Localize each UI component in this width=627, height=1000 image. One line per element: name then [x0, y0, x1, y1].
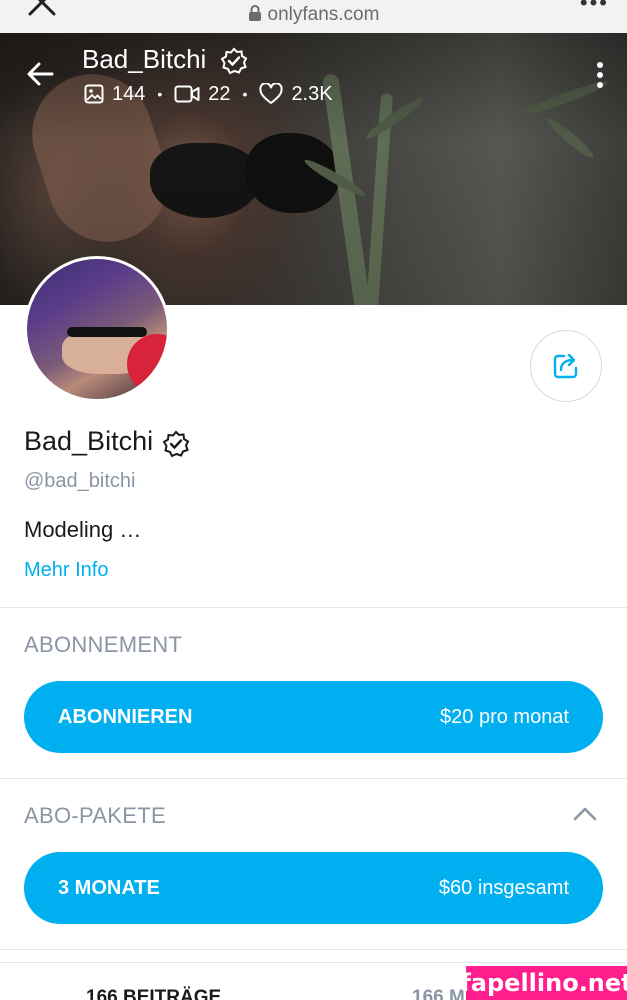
tab-media[interactable]: 166 M [412, 987, 465, 1000]
videos-stat: 22 [174, 82, 231, 106]
browser-menu-icon[interactable]: ••• [580, 0, 609, 16]
likes-count: 2.3K [291, 82, 333, 105]
header-username: Bad_Bitchi [82, 44, 207, 74]
photos-count: 144 [112, 82, 146, 105]
header-stats: 144 • 22 • 2.3K [84, 80, 333, 108]
divider [0, 778, 627, 779]
more-info-link[interactable]: Mehr Info [24, 559, 108, 582]
verified-icon [162, 430, 190, 458]
image-icon [84, 84, 104, 104]
stat-separator: • [242, 86, 248, 102]
likes-stat: 2.3K [259, 82, 333, 106]
video-camera-icon [174, 85, 200, 103]
tab-posts[interactable]: 166 BEITRÄGE [86, 987, 221, 1000]
heart-icon [259, 83, 284, 104]
back-arrow-icon[interactable] [24, 58, 56, 90]
subscription-section-title: ABONNEMENT [24, 632, 183, 657]
bundle-button[interactable]: 3 MONATE $60 insgesamt [24, 852, 603, 924]
stat-separator: • [157, 86, 163, 102]
url-text: onlyfans.com [267, 4, 380, 25]
subscribe-button-price: $20 pro monat [440, 705, 569, 728]
verified-icon [220, 47, 248, 75]
photos-stat: 144 [84, 83, 145, 106]
browser-bar: onlyfans.com ••• [0, 0, 627, 33]
address-bar[interactable]: onlyfans.com [0, 4, 627, 26]
avatar[interactable] [24, 256, 170, 402]
divider [0, 949, 627, 950]
profile-bio: Modeling … [24, 517, 142, 542]
subscribe-button[interactable]: ABONNIEREN $20 pro monat [24, 681, 603, 753]
share-icon [553, 353, 578, 379]
bundles-section-title: ABO-PAKETE [24, 803, 166, 828]
lock-icon [248, 5, 261, 21]
chevron-up-icon[interactable] [571, 804, 599, 824]
watermark: fapellino.net [460, 966, 627, 1000]
subscribe-button-label: ABONNIEREN [58, 705, 193, 728]
more-options-icon[interactable] [595, 60, 605, 90]
bundle-label: 3 MONATE [58, 876, 160, 899]
bundle-price: $60 insgesamt [438, 876, 569, 899]
videos-count: 22 [208, 82, 231, 105]
profile-name: Bad_Bitchi [24, 426, 154, 456]
profile-handle: @bad_bitchi [24, 470, 136, 492]
share-button[interactable] [530, 330, 602, 402]
divider [0, 607, 627, 608]
